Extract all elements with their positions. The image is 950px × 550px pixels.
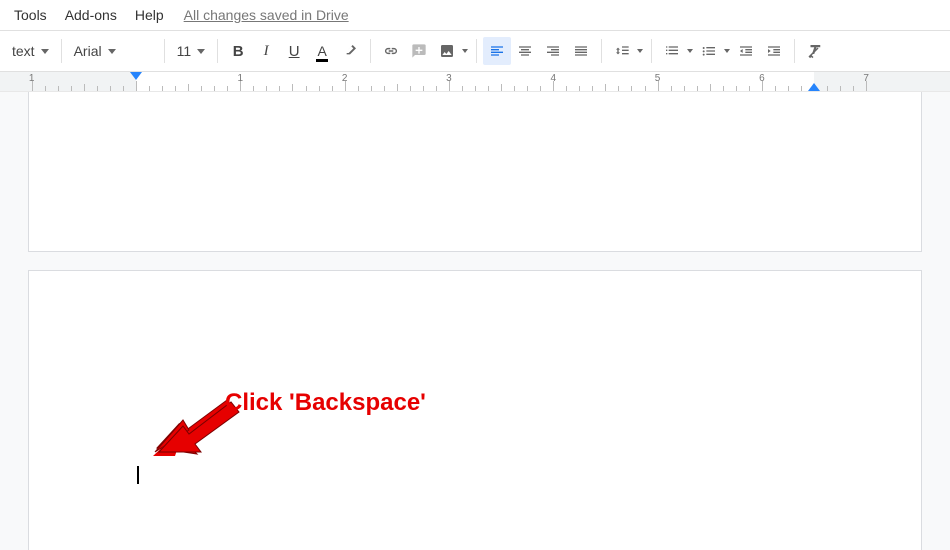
underline-icon: U bbox=[289, 43, 300, 60]
font-label: Arial bbox=[74, 43, 102, 59]
insert-image-button[interactable] bbox=[433, 37, 470, 65]
italic-icon: I bbox=[264, 43, 269, 60]
chevron-down-icon bbox=[724, 49, 730, 53]
align-center-button[interactable] bbox=[511, 37, 539, 65]
highlight-button[interactable] bbox=[336, 37, 364, 65]
separator bbox=[651, 39, 652, 63]
styles-label: text bbox=[12, 43, 35, 59]
align-right-button[interactable] bbox=[539, 37, 567, 65]
align-justify-button[interactable] bbox=[567, 37, 595, 65]
chevron-down-icon bbox=[687, 49, 693, 53]
align-center-icon bbox=[517, 43, 533, 59]
chevron-down-icon bbox=[197, 49, 205, 54]
separator bbox=[61, 39, 62, 63]
styles-dropdown[interactable]: text bbox=[6, 39, 55, 63]
menu-tools[interactable]: Tools bbox=[8, 3, 53, 27]
first-line-indent-marker[interactable] bbox=[130, 72, 142, 80]
link-icon bbox=[382, 42, 400, 60]
increase-indent-icon bbox=[766, 43, 782, 59]
numbered-list-icon bbox=[664, 43, 680, 59]
line-spacing-icon bbox=[614, 43, 630, 59]
align-left-icon bbox=[489, 43, 505, 59]
chevron-down-icon bbox=[462, 49, 468, 53]
increase-indent-button[interactable] bbox=[760, 37, 788, 65]
menu-addons[interactable]: Add-ons bbox=[59, 3, 123, 27]
right-indent-marker[interactable] bbox=[808, 83, 820, 91]
page-1[interactable] bbox=[28, 92, 922, 252]
bold-button[interactable]: B bbox=[224, 37, 252, 65]
separator bbox=[476, 39, 477, 63]
align-justify-icon bbox=[573, 43, 589, 59]
align-right-icon bbox=[545, 43, 561, 59]
toolbar: text Arial 11 B I U A bbox=[0, 30, 950, 72]
highlight-icon bbox=[342, 43, 358, 59]
separator bbox=[164, 39, 165, 63]
text-color-button[interactable]: A bbox=[308, 37, 336, 65]
decrease-indent-button[interactable] bbox=[732, 37, 760, 65]
bulleted-list-icon bbox=[701, 43, 717, 59]
underline-button[interactable]: U bbox=[280, 37, 308, 65]
align-left-button[interactable] bbox=[483, 37, 511, 65]
insert-comment-button[interactable] bbox=[405, 37, 433, 65]
menu-help[interactable]: Help bbox=[129, 3, 170, 27]
clear-formatting-icon bbox=[806, 42, 824, 60]
line-spacing-button[interactable] bbox=[608, 37, 645, 65]
bulleted-list-button[interactable] bbox=[695, 37, 732, 65]
text-cursor bbox=[137, 466, 139, 484]
font-size-label: 11 bbox=[177, 43, 192, 59]
checklist-button[interactable] bbox=[658, 37, 695, 65]
separator bbox=[601, 39, 602, 63]
chevron-down-icon bbox=[41, 49, 49, 54]
insert-link-button[interactable] bbox=[377, 37, 405, 65]
bold-icon: B bbox=[233, 43, 244, 60]
separator bbox=[370, 39, 371, 63]
chevron-down-icon bbox=[637, 49, 643, 53]
font-size-dropdown[interactable]: 11 bbox=[171, 39, 212, 63]
image-icon bbox=[439, 43, 455, 59]
decrease-indent-icon bbox=[738, 43, 754, 59]
separator bbox=[794, 39, 795, 63]
separator bbox=[217, 39, 218, 63]
document-workspace: Click 'Backspace' bbox=[0, 92, 950, 550]
comment-icon bbox=[411, 43, 427, 59]
font-dropdown[interactable]: Arial bbox=[68, 39, 158, 63]
annotation-text: Click 'Backspace' bbox=[225, 389, 426, 417]
ruler[interactable]: 11234567 bbox=[0, 72, 950, 92]
page-2[interactable]: Click 'Backspace' bbox=[28, 270, 922, 550]
menu-bar: Tools Add-ons Help All changes saved in … bbox=[0, 0, 950, 30]
chevron-down-icon bbox=[108, 49, 116, 54]
text-color-icon: A bbox=[317, 43, 326, 59]
save-status[interactable]: All changes saved in Drive bbox=[184, 7, 349, 23]
italic-button[interactable]: I bbox=[252, 37, 280, 65]
clear-formatting-button[interactable] bbox=[801, 37, 829, 65]
